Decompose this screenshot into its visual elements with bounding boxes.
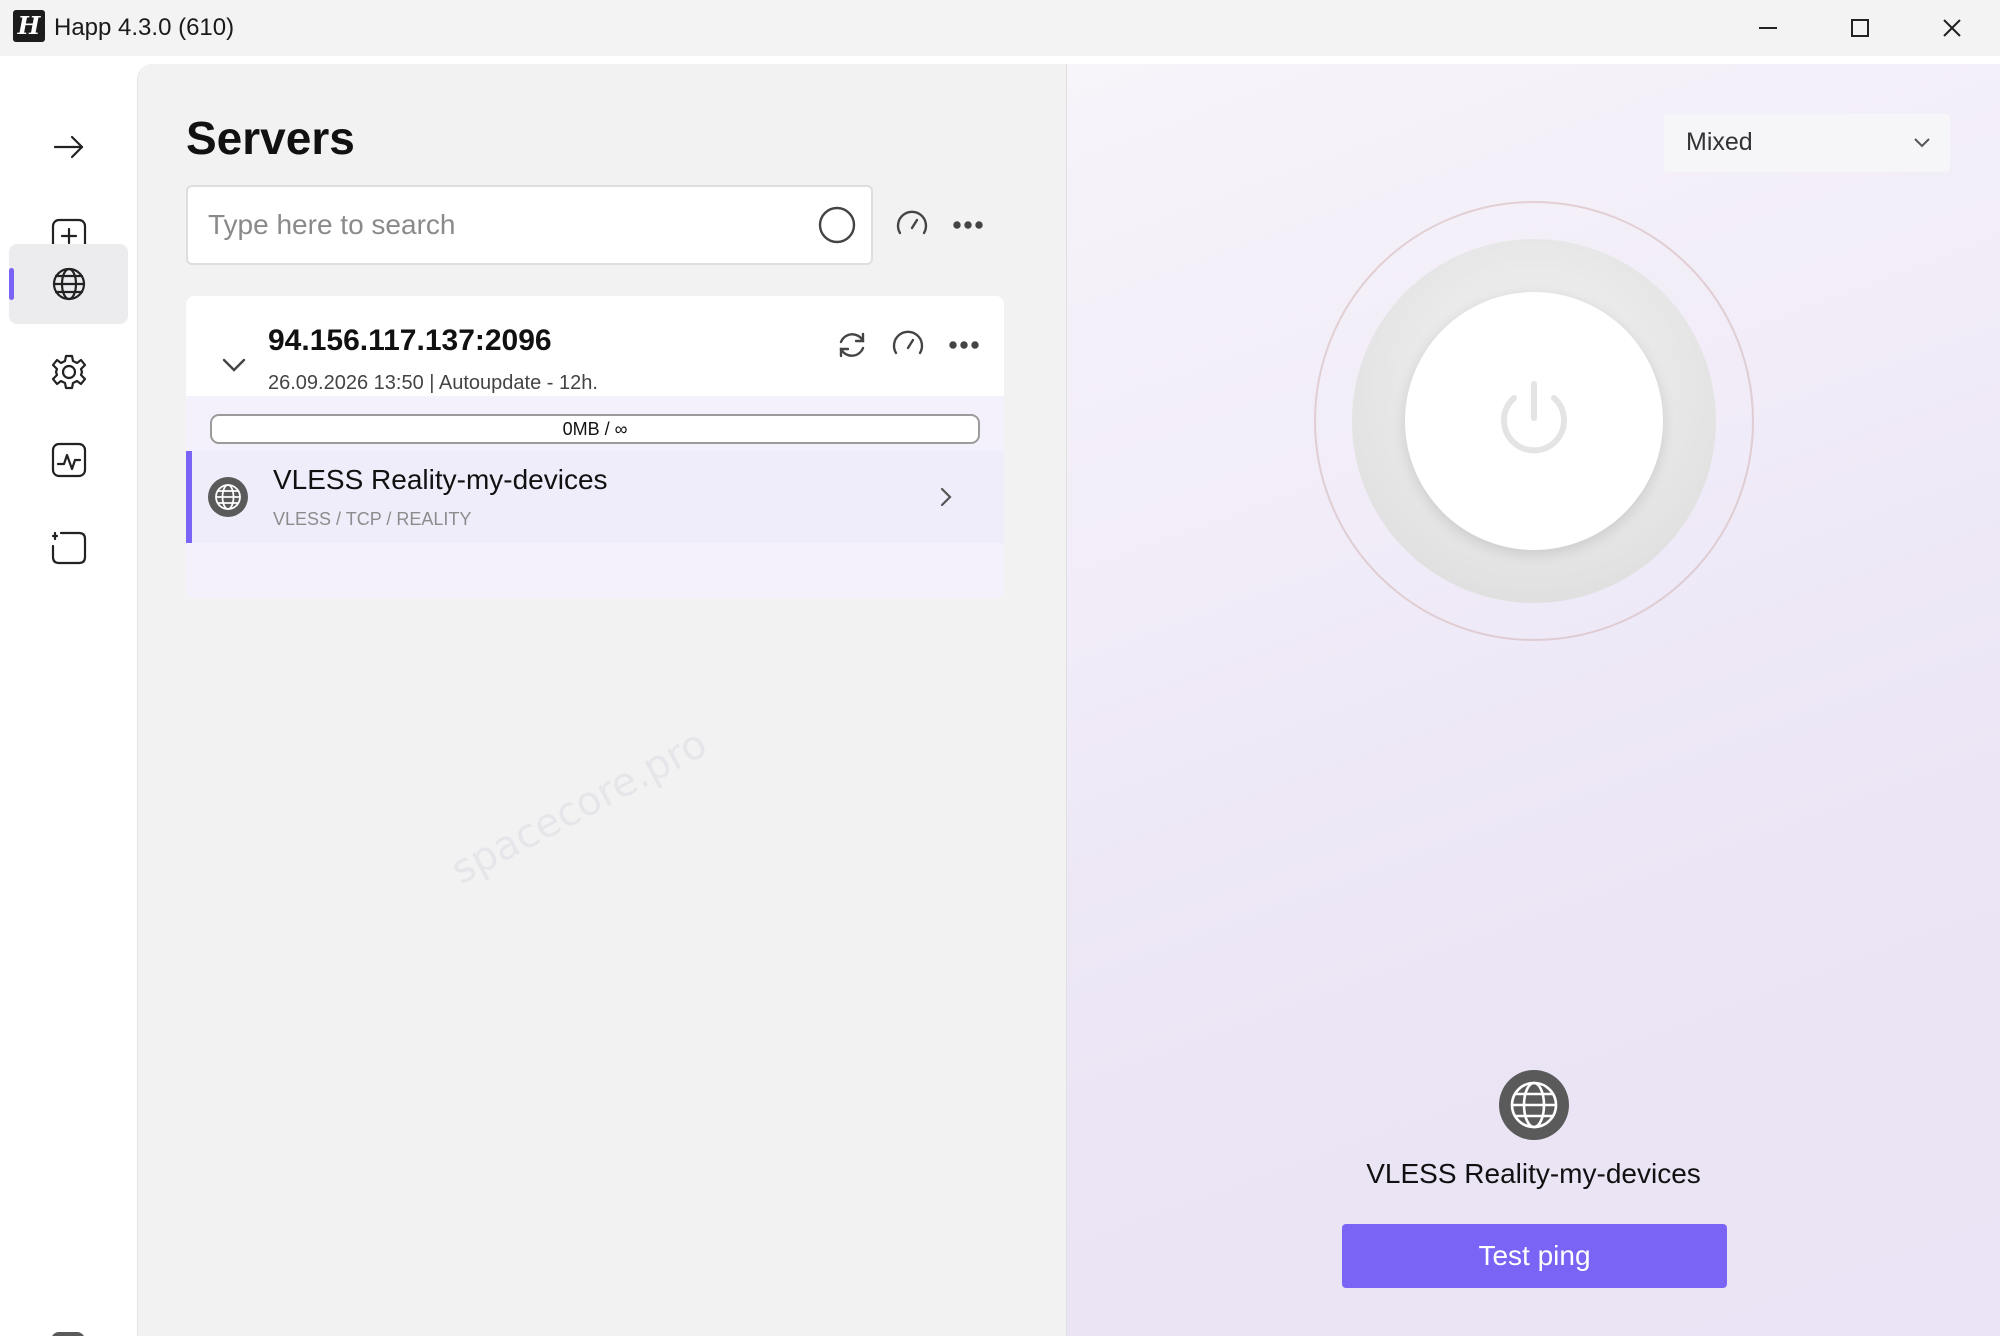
refresh-group-button[interactable]: [828, 321, 876, 369]
group-body: 0MB / ∞ VLESS Reality-my-devices VLESS /…: [186, 396, 1004, 598]
server-protocol: VLESS / TCP / REALITY: [273, 509, 472, 529]
group-update-info: 26.09.2026 13:50 | Autoupdate - 12h.: [268, 372, 598, 394]
power-icon: [1501, 381, 1567, 454]
subscription-group: 94.156.117.137:2096 26.09.2026 13:50 | A…: [186, 296, 1004, 598]
close-icon: [1943, 19, 1961, 37]
watermark-text: spacecore.pro: [443, 720, 715, 894]
chevron-down-icon[interactable]: [216, 346, 252, 382]
power-button[interactable]: [1405, 292, 1663, 550]
gear-icon: [51, 354, 86, 390]
selected-server-globe-icon: [1499, 1070, 1569, 1140]
chevron-right-icon: [940, 487, 952, 507]
minimize-button[interactable]: [1738, 8, 1798, 48]
activity-icon: [51, 442, 86, 478]
search-box[interactable]: [186, 185, 873, 265]
ping-group-button[interactable]: [884, 321, 932, 369]
more-dots-icon: [949, 341, 979, 349]
sidebar-item-screen[interactable]: [9, 508, 128, 588]
refresh-icon: [839, 332, 865, 358]
search-icon[interactable]: [817, 205, 857, 245]
sidebar-item-connect[interactable]: [9, 107, 128, 187]
info-button[interactable]: i: [51, 1332, 85, 1336]
screen-capture-icon: [51, 531, 86, 565]
group-more-button[interactable]: [940, 321, 988, 369]
chevron-down-icon: [1914, 138, 1930, 148]
sidebar: i: [0, 56, 137, 1336]
window-title: Happ 4.3.0 (610): [54, 14, 235, 41]
maximize-icon: [1851, 19, 1869, 37]
more-dots-icon: [953, 221, 983, 229]
test-ping-button[interactable]: Test ping: [1342, 1224, 1727, 1288]
mode-select[interactable]: Mixed: [1664, 114, 1950, 172]
traffic-usage-bar: 0MB / ∞: [210, 414, 980, 444]
selected-server-name: VLESS Reality-my-devices: [1366, 1158, 1701, 1189]
sidebar-item-servers[interactable]: [9, 244, 128, 324]
arrow-right-icon: [53, 135, 83, 159]
title-bar: H Happ 4.3.0 (610): [0, 0, 2000, 56]
globe-icon: [52, 267, 85, 301]
connection-panel: Mixed VLESS Reality-my-devices Test ping: [1067, 64, 2000, 1336]
more-options-button[interactable]: [944, 201, 992, 249]
speedometer-icon: [892, 330, 924, 355]
maximize-button[interactable]: [1830, 8, 1890, 48]
group-address: 94.156.117.137:2096: [268, 324, 552, 357]
app-logo-icon: H: [13, 10, 45, 42]
servers-panel: Servers 94.156.117.137:2096 26.09.2026 1…: [137, 64, 1067, 1336]
server-list-item[interactable]: VLESS Reality-my-devices VLESS / TCP / R…: [186, 451, 1004, 543]
server-globe-icon: [208, 477, 248, 517]
page-title: Servers: [186, 112, 355, 164]
close-button[interactable]: [1922, 8, 1982, 48]
sidebar-item-settings[interactable]: [9, 332, 128, 412]
ping-all-button[interactable]: [888, 201, 936, 249]
search-input[interactable]: [208, 201, 788, 249]
minimize-icon: [1759, 27, 1777, 29]
speedometer-icon: [896, 210, 928, 235]
sidebar-item-stats[interactable]: [9, 420, 128, 500]
server-name: VLESS Reality-my-devices: [273, 464, 608, 495]
mode-select-value: Mixed: [1686, 128, 1753, 156]
